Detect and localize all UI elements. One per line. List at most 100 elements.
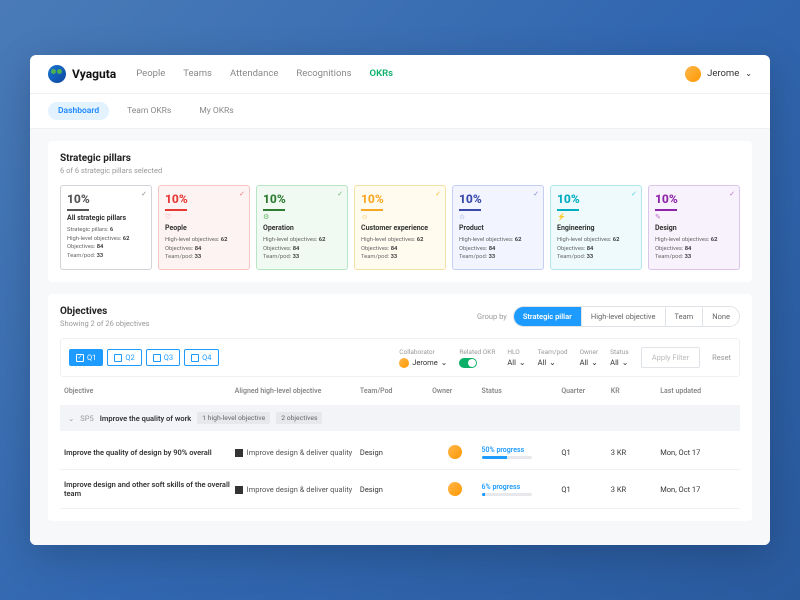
- row-status: 6% progress: [482, 483, 558, 496]
- filter-bar: ✓Q1 Q2 Q3 Q4 Collaborator Jerome ⌄ Relat…: [60, 338, 740, 377]
- nav-recognitions[interactable]: Recognitions: [296, 68, 351, 79]
- pillar-icon: ☺: [361, 213, 439, 221]
- row-updated: Mon, Oct 17: [660, 448, 736, 457]
- table-header: Objective Aligned high-level objective T…: [60, 377, 740, 401]
- col-objective: Objective: [64, 387, 231, 395]
- filter-collaborator[interactable]: Collaborator Jerome ⌄: [399, 348, 447, 368]
- pillar-percent: 10%: [361, 193, 439, 205]
- pillar-name: Customer experience: [361, 224, 439, 232]
- chevron-down-icon: ⌄: [441, 358, 448, 367]
- row-team: Design: [360, 485, 428, 494]
- pillar-icon: ⚙: [263, 213, 341, 221]
- avatar-icon: [448, 482, 462, 496]
- nav-attendance[interactable]: Attendance: [230, 68, 278, 79]
- top-nav: Vyaguta People Teams Attendance Recognit…: [30, 55, 770, 94]
- chevron-down-icon: ⌄: [622, 358, 629, 367]
- flag-icon: [235, 486, 243, 494]
- pillar-card[interactable]: ✓ 10% ☆ Product High-level objectives: 6…: [452, 185, 544, 270]
- col-team: Team/Pod: [360, 387, 428, 395]
- tab-dashboard[interactable]: Dashboard: [48, 102, 109, 120]
- toggle-on-icon[interactable]: [459, 358, 477, 368]
- pillar-all[interactable]: ✓ 10% All strategic pillars Strategic pi…: [60, 185, 152, 270]
- pillar-card[interactable]: ✓ 10% ⚡ Engineering High-level objective…: [550, 185, 642, 270]
- pillar-bar: [263, 209, 285, 211]
- pillar-bar: [361, 209, 383, 211]
- row-kr: 3 KR: [611, 485, 656, 494]
- row-quarter: Q1: [561, 485, 606, 494]
- pillar-percent: 10%: [655, 193, 733, 205]
- quarter-q4[interactable]: Q4: [184, 349, 218, 366]
- row-updated: Mon, Oct 17: [660, 485, 736, 494]
- quarter-q1[interactable]: ✓Q1: [69, 349, 103, 366]
- user-menu[interactable]: Jerome ⌄: [685, 66, 752, 82]
- table-row[interactable]: Improve the quality of design by 90% ove…: [60, 435, 740, 470]
- row-hlo: Improve design & deliver quality: [235, 485, 356, 494]
- col-hlo: Aligned high-level objective: [235, 387, 356, 395]
- apply-filter-button[interactable]: Apply Filter: [641, 347, 700, 368]
- reset-filter-button[interactable]: Reset: [712, 353, 731, 362]
- group-sp-label: SP5: [80, 414, 93, 423]
- group-row[interactable]: ⌄ SP5 Improve the quality of work 1 high…: [60, 405, 740, 431]
- col-kr: KR: [611, 387, 656, 395]
- pillar-percent: 10%: [165, 193, 243, 205]
- checkbox-icon: ✓: [76, 354, 84, 362]
- filter-team[interactable]: Team/pod All ⌄: [538, 348, 568, 367]
- pillar-name: All strategic pillars: [67, 214, 145, 222]
- objectives-title: Objectives: [60, 306, 150, 317]
- tab-team-okrs[interactable]: Team OKRs: [117, 102, 181, 120]
- pillar-icon: ♡: [165, 213, 243, 221]
- pillar-stats: High-level objectives: 62Objectives: 84T…: [655, 236, 733, 262]
- pillar-icon: ☆: [459, 213, 537, 221]
- check-icon: ✓: [435, 190, 441, 198]
- pillar-card[interactable]: ✓ 10% ✎ Design High-level objectives: 62…: [648, 185, 740, 270]
- groupby-none[interactable]: None: [702, 307, 739, 326]
- check-icon: ✓: [533, 190, 539, 198]
- group-title: Improve the quality of work: [100, 414, 192, 423]
- pillar-card[interactable]: ✓ 10% ⚙ Operation High-level objectives:…: [256, 185, 348, 270]
- table-row[interactable]: Improve design and other soft skills of …: [60, 470, 740, 509]
- check-icon: ✓: [239, 190, 245, 198]
- chevron-down-icon: ⌄: [519, 358, 526, 367]
- row-hlo: Improve design & deliver quality: [235, 448, 356, 457]
- pillar-bar: [67, 209, 89, 211]
- pillar-stats: High-level objectives: 62Objectives: 84T…: [557, 236, 635, 262]
- logo[interactable]: Vyaguta: [48, 65, 116, 83]
- table-body: Improve the quality of design by 90% ove…: [60, 435, 740, 509]
- col-updated: Last updated: [660, 387, 736, 395]
- filter-hlo[interactable]: HLO All ⌄: [507, 348, 525, 367]
- groupby-team[interactable]: Team: [665, 307, 703, 326]
- pillars-row: ✓ 10% All strategic pillars Strategic pi…: [60, 185, 740, 270]
- filter-status[interactable]: Status All ⌄: [610, 348, 629, 367]
- pillars-panel: Strategic pillars 6 of 6 strategic pilla…: [48, 141, 752, 282]
- content: Strategic pillars 6 of 6 strategic pilla…: [30, 129, 770, 545]
- groupby-segment: Strategic pillar High-level objective Te…: [513, 306, 740, 327]
- avatar-icon: [448, 445, 462, 459]
- row-owner: [432, 445, 477, 459]
- pillar-percent: 10%: [557, 193, 635, 205]
- chevron-down-icon: ⌄: [68, 414, 74, 423]
- pillar-bar: [655, 209, 677, 211]
- pillar-name: Product: [459, 224, 537, 232]
- pillar-card[interactable]: ✓ 10% ♡ People High-level objectives: 62…: [158, 185, 250, 270]
- nav-okrs[interactable]: OKRs: [370, 68, 394, 79]
- avatar-icon: [399, 358, 409, 368]
- col-owner: Owner: [432, 387, 477, 395]
- quarter-q2[interactable]: Q2: [107, 349, 141, 366]
- pillar-bar: [459, 209, 481, 211]
- pillar-card[interactable]: ✓ 10% ☺ Customer experience High-level o…: [354, 185, 446, 270]
- nav-people[interactable]: People: [136, 68, 165, 79]
- pillar-stats: Strategic pillars: 6High-level objective…: [67, 226, 145, 261]
- filter-owner[interactable]: Owner All ⌄: [580, 348, 599, 367]
- user-name: Jerome: [707, 68, 739, 79]
- pillar-percent: 10%: [67, 193, 145, 205]
- pillar-name: Design: [655, 224, 733, 232]
- nav-teams[interactable]: Teams: [183, 68, 212, 79]
- pillar-stats: High-level objectives: 62Objectives: 84T…: [459, 236, 537, 262]
- groupby-strategic-pillar[interactable]: Strategic pillar: [514, 307, 581, 326]
- tab-my-okrs[interactable]: My OKRs: [189, 102, 243, 120]
- filter-related-okr[interactable]: Related OKR: [459, 348, 495, 368]
- pillar-stats: High-level objectives: 62Objectives: 84T…: [165, 236, 243, 262]
- quarter-q3[interactable]: Q3: [146, 349, 180, 366]
- app-window: Vyaguta People Teams Attendance Recognit…: [30, 55, 770, 545]
- groupby-hlo[interactable]: High-level objective: [581, 307, 665, 326]
